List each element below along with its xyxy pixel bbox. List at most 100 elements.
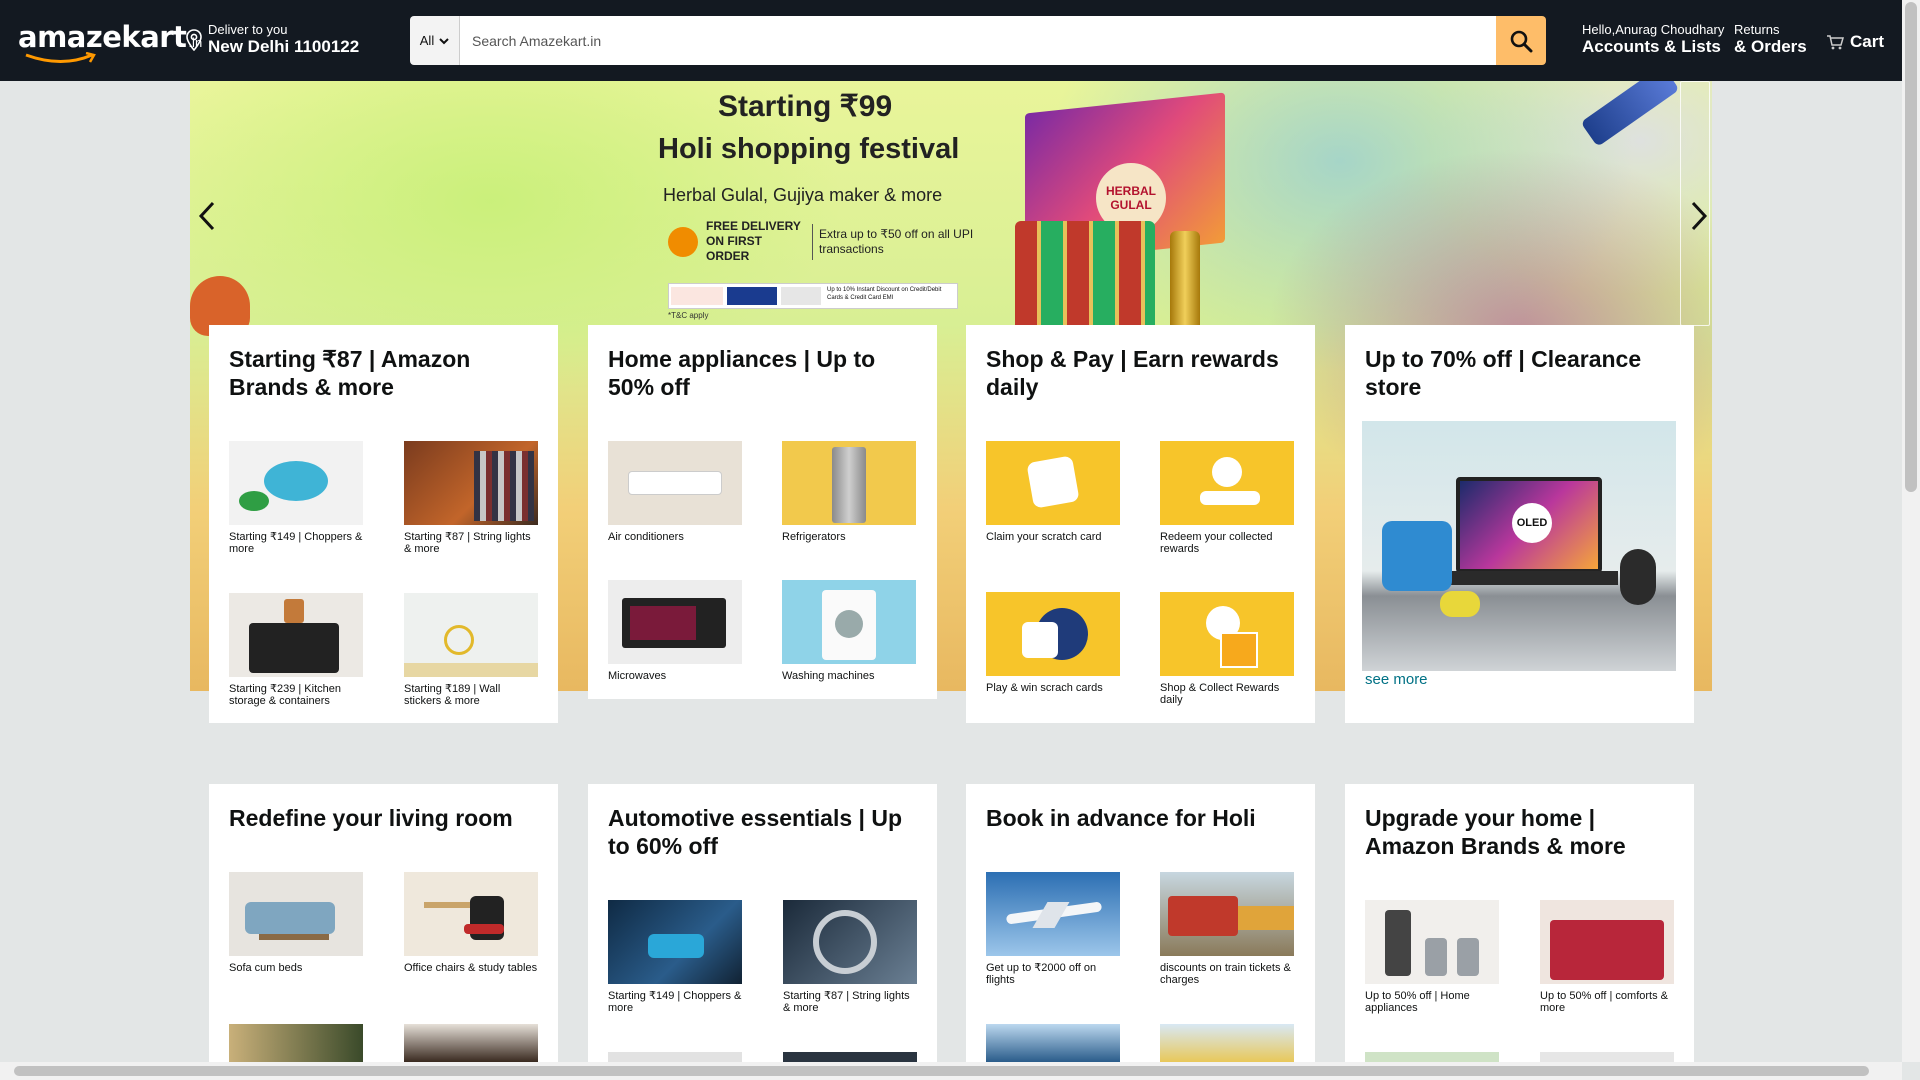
cart-button[interactable]: Cart xyxy=(1826,32,1884,52)
microwave-image xyxy=(608,580,742,664)
automotive-image-4[interactable] xyxy=(783,1052,917,1062)
tile-label: Refrigerators xyxy=(782,531,846,543)
offer-divider xyxy=(812,223,813,260)
upgrade-home-image-4[interactable] xyxy=(1540,1052,1674,1062)
tile-home-appliances[interactable]: Up to 50% off | Home appliances xyxy=(1365,900,1499,1014)
chevron-left-icon xyxy=(198,201,215,231)
accounts-lists-label: Accounts & Lists xyxy=(1582,37,1721,56)
card-home-appliances: Home appliances | Up to 50% off Air cond… xyxy=(588,325,937,699)
holi-travel-image-3[interactable] xyxy=(986,1024,1120,1062)
wall-stickers-image xyxy=(404,593,538,677)
hero-offers: FREE DELIVERY ON FIRST ORDER Extra up to… xyxy=(668,219,979,264)
chevron-down-icon xyxy=(439,37,449,44)
tile-claim-scratch-card[interactable]: Claim your scratch card xyxy=(986,441,1120,543)
accounts-and-lists[interactable]: Hello,Anurag Choudhary Accounts & Lists xyxy=(1582,22,1724,57)
tile-wall-stickers[interactable]: Starting ₹189 | Wall stickers & more xyxy=(404,593,538,707)
card-title: Shop & Pay | Earn rewards daily xyxy=(986,346,1279,400)
tile-shop-collect[interactable]: Shop & Collect Rewards daily xyxy=(1160,592,1294,706)
see-more-link[interactable]: see more xyxy=(1365,671,1428,688)
chevron-right-icon xyxy=(1691,201,1708,231)
tile-label: Starting ₹149 | Choppers & more xyxy=(229,531,363,555)
living-room-image-4[interactable] xyxy=(404,1024,538,1062)
holi-travel-image-4[interactable] xyxy=(1160,1024,1294,1062)
tile-label: Starting ₹87 | String lights & more xyxy=(783,990,910,1014)
tile-label: Shop & Collect Rewards daily xyxy=(1160,682,1280,706)
card-upgrade-home: Upgrade your home | Amazon Brands & more… xyxy=(1345,784,1694,1062)
tile-flights[interactable]: Get up to ₹2000 off on flights xyxy=(986,872,1120,986)
top-nav-bar: amazekart .in Deliver to you New Delhi 1… xyxy=(0,0,1902,81)
tile-redeem-rewards[interactable]: Redeem your collected rewards xyxy=(1160,441,1294,555)
automotive-image-3[interactable] xyxy=(608,1052,742,1062)
carousel-prev-button[interactable] xyxy=(192,191,222,241)
card-title: Redefine your living room xyxy=(229,805,513,831)
tile-refrigerators[interactable]: Refrigerators xyxy=(782,441,916,543)
tile-label: Microwaves xyxy=(608,670,667,682)
washing-machine-image xyxy=(782,580,916,664)
orders-label: & Orders xyxy=(1734,37,1807,56)
vertical-scrollbar[interactable] xyxy=(1902,0,1920,1062)
tile-sofa-cum-beds[interactable]: Sofa cum beds xyxy=(229,872,363,974)
search-category-dropdown[interactable]: All xyxy=(410,16,460,65)
tile-washing-machines[interactable]: Washing machines xyxy=(782,580,916,682)
horizontal-scrollbar-thumb[interactable] xyxy=(14,1066,1869,1076)
vertical-scrollbar-thumb[interactable] xyxy=(1905,2,1917,492)
deliver-to-location[interactable]: Deliver to you New Delhi 1100122 xyxy=(186,22,359,57)
shop-collect-image xyxy=(1160,592,1294,676)
tile-choppers[interactable]: Starting ₹149 | Choppers & more xyxy=(229,441,363,555)
tile-microwaves[interactable]: Microwaves xyxy=(608,580,742,682)
card-title: Book in advance for Holi xyxy=(986,805,1256,831)
car-cleaning-image xyxy=(608,900,742,984)
living-room-image-3[interactable] xyxy=(229,1024,363,1062)
hero-terms: *T&C apply xyxy=(668,311,709,320)
tile-play-win[interactable]: Play & win scrach cards xyxy=(986,592,1120,694)
gujiya-maker-image xyxy=(1170,231,1200,331)
hero-subtitle: Herbal Gulal, Gujiya maker & more xyxy=(663,185,943,205)
flight-image xyxy=(986,872,1120,956)
upgrade-home-image-3[interactable] xyxy=(1365,1052,1499,1062)
tile-air-conditioners[interactable]: Air conditioners xyxy=(608,441,742,543)
card-automotive: Automotive essentials | Up to 60% off St… xyxy=(588,784,937,1062)
redeem-rewards-image xyxy=(1160,441,1294,525)
carousel-next-button[interactable] xyxy=(1684,191,1712,241)
card-shop-pay-rewards: Shop & Pay | Earn rewards daily Claim yo… xyxy=(966,325,1315,723)
tile-label: Starting ₹189 | Wall stickers & more xyxy=(404,683,501,707)
delivery-truck-icon xyxy=(668,226,698,257)
card-title: Upgrade your home | Amazon Brands & more xyxy=(1365,805,1626,859)
free-delivery-text: FREE DELIVERY ON FIRST ORDER xyxy=(706,219,801,263)
card-title: Starting ₹87 | Amazon Brands & more xyxy=(229,346,471,400)
cart-icon xyxy=(1827,35,1844,50)
search-button[interactable] xyxy=(1496,16,1546,65)
mixer-grinder-image xyxy=(1365,900,1499,984)
horizontal-scrollbar[interactable] xyxy=(0,1062,1902,1080)
tile-kitchen-storage[interactable]: Starting ₹239 | Kitchen storage & contai… xyxy=(229,593,363,707)
tile-auto-string-lights[interactable]: Starting ₹87 | String lights & more xyxy=(783,900,917,1014)
returns-and-orders[interactable]: Returns & Orders xyxy=(1734,22,1807,57)
play-win-image xyxy=(986,592,1120,676)
tile-comforts[interactable]: Up to 50% off | comforts & more xyxy=(1540,900,1674,1014)
clearance-electronics-image[interactable]: OLED xyxy=(1362,421,1676,671)
deliver-label: Deliver to you xyxy=(208,22,288,37)
search-input[interactable] xyxy=(460,16,1496,65)
tile-label: Washing machines xyxy=(782,670,875,682)
card-title: Automotive essentials | Up to 60% off xyxy=(608,805,903,859)
air-conditioner-image xyxy=(608,441,742,525)
site-logo[interactable]: amazekart .in xyxy=(18,20,202,63)
deliver-location: New Delhi 1100122 xyxy=(208,37,360,56)
tile-auto-choppers[interactable]: Starting ₹149 | Choppers & more xyxy=(608,900,742,1014)
tile-string-lights[interactable]: Starting ₹87 | String lights & more xyxy=(404,441,538,555)
search-icon xyxy=(1510,30,1533,52)
card-title: Up to 70% off | Clearance store xyxy=(1365,346,1642,400)
tile-train-tickets[interactable]: discounts on train tickets & charges xyxy=(1160,872,1294,986)
sofa-image xyxy=(229,872,363,956)
comforter-image xyxy=(1540,900,1674,984)
tile-label: Starting ₹239 | Kitchen storage & contai… xyxy=(229,683,341,707)
string-lights-image xyxy=(404,441,538,525)
card-amazon-brands: Starting ₹87 | Amazon Brands & more Star… xyxy=(209,325,558,723)
card-living-room: Redefine your living room Sofa cum beds … xyxy=(209,784,558,1062)
tile-label: discounts on train tickets & charges xyxy=(1160,962,1291,986)
tile-office-chairs[interactable]: Office chairs & study tables xyxy=(404,872,538,974)
cart-label: Cart xyxy=(1850,32,1885,51)
refrigerator-image xyxy=(782,441,916,525)
tile-label: Sofa cum beds xyxy=(229,962,303,974)
location-pin-icon xyxy=(186,28,202,51)
